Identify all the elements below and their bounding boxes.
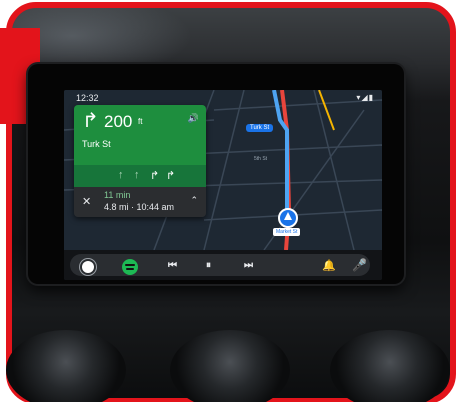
lane-guidance: ↑ ↑ ↱ ↱ (74, 165, 206, 187)
pause-button[interactable]: ⏸ (206, 260, 211, 271)
turn-distance: 200 (104, 112, 133, 131)
current-location-icon (278, 208, 298, 228)
eta-distance-arrival: 4.8 mi · 10:44 am (104, 202, 175, 212)
app-dock: ⏮ ⏸ ⏭ 🔔 🎤 (64, 250, 382, 280)
eta-minutes: 11 min (104, 190, 131, 200)
turn-street-name: Turk St (82, 139, 111, 149)
status-icons: ▾◢▮ (356, 93, 374, 102)
volume-icon[interactable]: 🔊 (188, 113, 199, 124)
turn-instruction[interactable]: ↱ 200 ft 🔊 Turk St ↑ ↑ ↱ ↱ (74, 105, 206, 187)
turn-right-icon: ↱ (82, 110, 99, 132)
turn-street-chip: Turk St (246, 124, 274, 132)
lane-right-icon: ↱ (166, 170, 176, 182)
chevron-up-icon[interactable]: ⌃ (190, 195, 198, 206)
notifications-bell-icon[interactable]: 🔔 (322, 259, 336, 272)
voice-assistant-mic-icon[interactable]: 🎤 (352, 258, 367, 272)
air-vent (6, 330, 126, 402)
previous-track-button[interactable]: ⏮ (168, 260, 177, 271)
home-button[interactable] (82, 261, 94, 273)
current-street-chip: Market St (273, 228, 301, 236)
eta-panel[interactable]: ✕ 11 min 4.8 mi · 10:44 am ⌃ (74, 187, 206, 217)
status-time: 12:32 (76, 93, 99, 103)
next-track-button[interactable]: ⏭ (244, 260, 253, 271)
air-vent (330, 330, 450, 402)
distance-unit: ft (138, 117, 143, 126)
spotify-icon[interactable] (122, 259, 138, 275)
air-vent (170, 330, 290, 402)
close-icon[interactable]: ✕ (82, 195, 91, 208)
lane-right-icon: ↱ (150, 170, 160, 182)
dock-bar: ⏮ ⏸ ⏭ 🔔 🎤 (70, 254, 370, 276)
map-street-label: 5th St (254, 156, 268, 162)
lane-straight-icon: ↑ (134, 169, 140, 181)
android-auto-screen: 5th St Turk St Market St 12:32 ▾◢▮ ↱ 200… (64, 90, 382, 280)
lane-straight-icon: ↑ (118, 169, 124, 181)
navigation-card[interactable]: ↱ 200 ft 🔊 Turk St ↑ ↑ ↱ ↱ ✕ 11 min 4.8 … (74, 105, 206, 217)
photo-scene: 5th St Turk St Market St 12:32 ▾◢▮ ↱ 200… (0, 0, 458, 402)
